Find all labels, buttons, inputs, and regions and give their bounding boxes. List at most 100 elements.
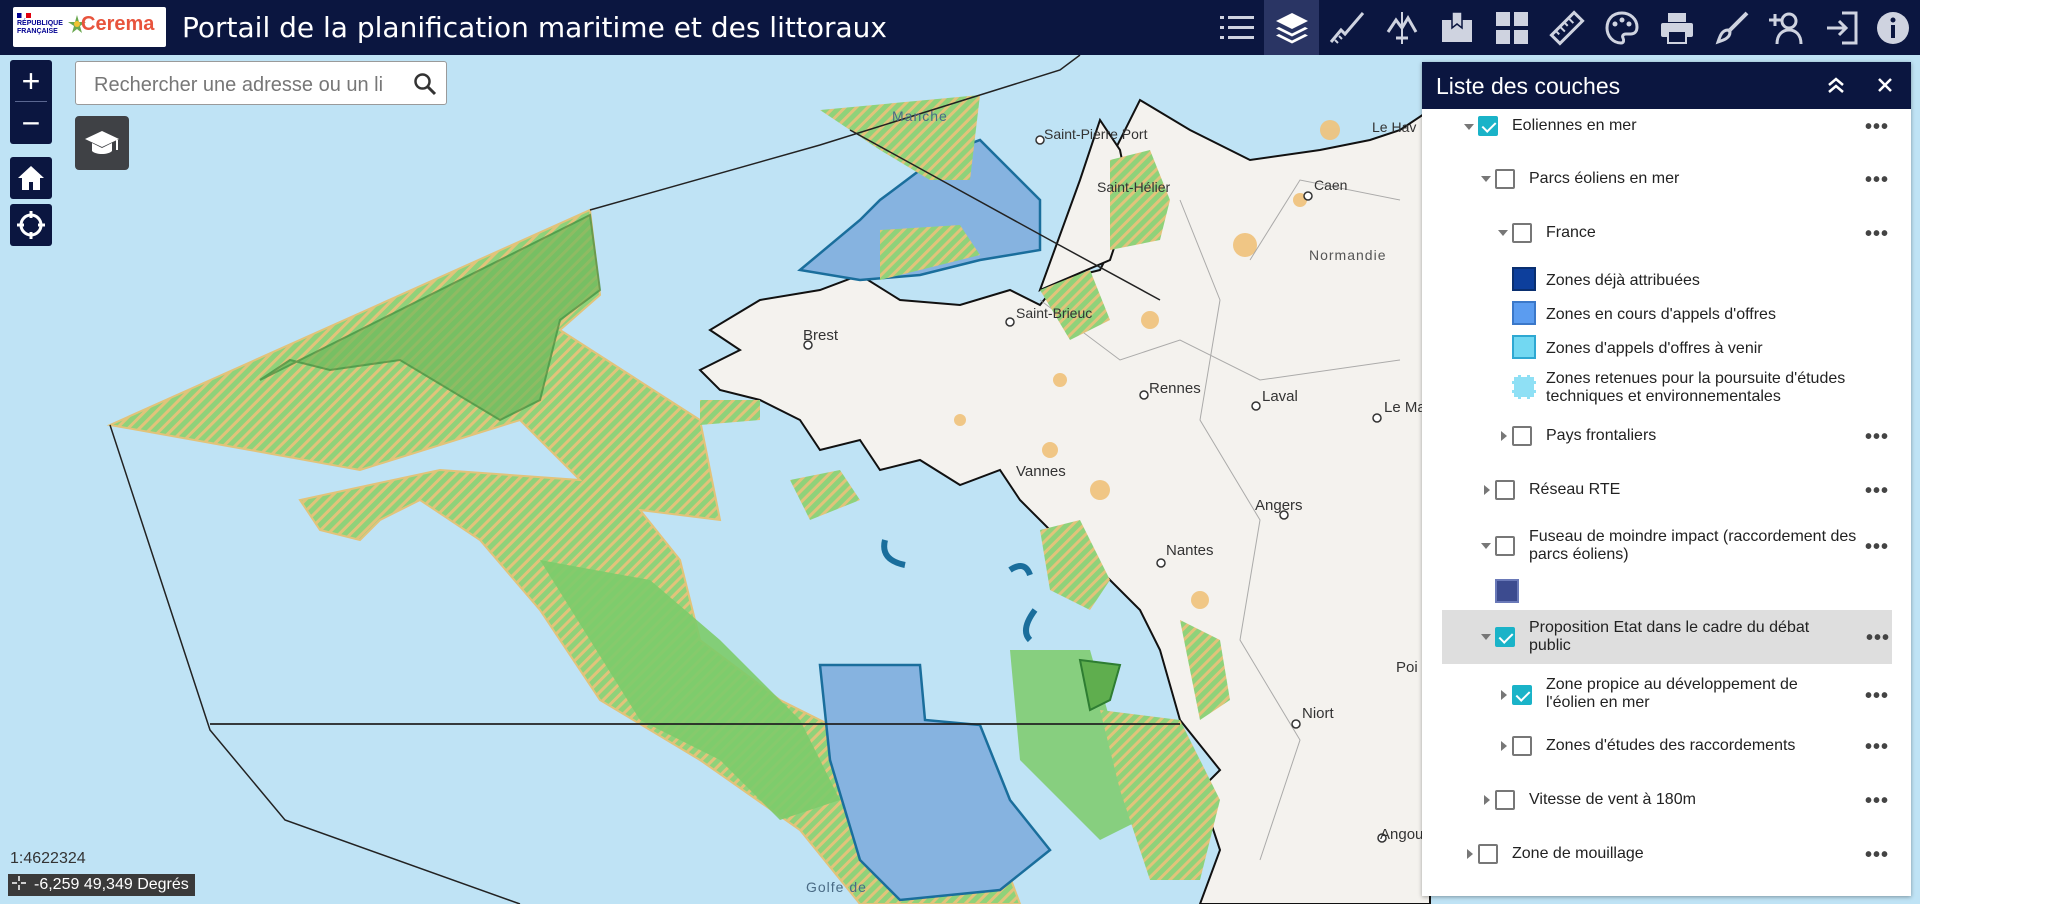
home-button[interactable] — [10, 157, 52, 199]
more-options-icon[interactable]: ••• — [1865, 427, 1889, 447]
label-normandie: Normandie — [1309, 247, 1387, 263]
layer-row-eoliennes[interactable]: Eoliennes en mer ••• — [1422, 111, 1911, 141]
caret-down-icon[interactable] — [1481, 543, 1491, 549]
home-icon — [18, 166, 44, 190]
coordinates-text: -6,259 49,349 Degrés — [34, 876, 189, 893]
layer-checkbox[interactable] — [1512, 223, 1532, 243]
panel-title: Liste des couches — [1436, 73, 1621, 99]
layer-row-pays-frontaliers[interactable]: Pays frontaliers ••• — [1422, 418, 1911, 454]
layer-row-zones-etudes[interactable]: Zones d'études des raccordements ••• — [1422, 728, 1911, 764]
label-angouleme: Angoul — [1380, 826, 1427, 843]
layer-label: Zone propice au développement de l'éolie… — [1546, 676, 1798, 711]
layer-checkbox[interactable] — [1512, 736, 1532, 756]
layer-checkbox[interactable] — [1495, 169, 1515, 189]
legend-item: Zones retenues pour la poursuite d'étude… — [1422, 367, 1911, 407]
add-user-icon[interactable] — [1759, 0, 1814, 55]
layer-checkbox[interactable] — [1495, 627, 1515, 647]
layer-row-zone-mouillage[interactable]: Zone de mouillage ••• — [1422, 836, 1911, 872]
locate-button[interactable] — [10, 204, 52, 246]
more-options-icon[interactable]: ••• — [1865, 170, 1889, 190]
zoom-in-button[interactable]: + — [10, 60, 52, 102]
layer-checkbox[interactable] — [1478, 116, 1498, 136]
apps-grid-icon[interactable] — [1484, 0, 1539, 55]
legend-label: Zones retenues pour la poursuite d'étude… — [1546, 370, 1846, 405]
basemap-button[interactable] — [75, 116, 129, 170]
label-saint-brieuc: Saint-Brieuc — [1016, 305, 1093, 321]
more-options-icon[interactable]: ••• — [1865, 791, 1889, 811]
more-options-icon[interactable]: ••• — [1865, 117, 1889, 137]
layer-label: Réseau RTE — [1529, 481, 1621, 498]
label-caen: Caen — [1314, 177, 1348, 193]
label-le-mans: Le Ma — [1384, 399, 1426, 416]
layer-row-fuseau[interactable]: Fuseau de moindre impact (raccordement d… — [1422, 524, 1911, 568]
layer-checkbox[interactable] — [1495, 480, 1515, 500]
layer-label: Eoliennes en mer — [1512, 117, 1637, 134]
caret-right-icon[interactable] — [1467, 849, 1473, 859]
label-saint-pierre-port: Saint-Pierre Port — [1044, 126, 1148, 142]
caret-down-icon[interactable] — [1481, 634, 1491, 640]
ruler-icon[interactable] — [1539, 0, 1594, 55]
layer-row-parcs[interactable]: Parcs éoliens en mer ••• — [1422, 161, 1911, 197]
search-icon[interactable] — [413, 72, 437, 101]
more-options-icon[interactable]: ••• — [1865, 845, 1889, 865]
more-options-icon[interactable]: ••• — [1865, 481, 1889, 501]
layer-checkbox[interactable] — [1495, 536, 1515, 556]
layer-row-zone-propice[interactable]: Zone propice au développement de l'éolie… — [1422, 672, 1911, 718]
caret-right-icon[interactable] — [1501, 690, 1507, 700]
caret-right-icon[interactable] — [1484, 795, 1490, 805]
caret-right-icon[interactable] — [1501, 741, 1507, 751]
legend-item: Zones d'appels d'offres à venir — [1422, 332, 1911, 362]
layer-checkbox[interactable] — [1512, 685, 1532, 705]
crosshair-icon[interactable] — [12, 875, 26, 895]
more-options-icon[interactable]: ••• — [1866, 628, 1890, 648]
layer-row-reseau-rte[interactable]: Réseau RTE ••• — [1422, 472, 1911, 508]
layer-label: Pays frontaliers — [1546, 427, 1657, 444]
more-options-icon[interactable]: ••• — [1865, 686, 1889, 706]
label-manche: Manche — [892, 108, 948, 124]
layer-list-panel: Liste des couches Eoliennes en mer ••• P… — [1422, 62, 1911, 896]
layer-checkbox[interactable] — [1478, 844, 1498, 864]
map-bookmark-icon[interactable] — [1429, 0, 1484, 55]
layer-checkbox[interactable] — [1512, 426, 1532, 446]
measure-profile-icon[interactable] — [1319, 0, 1374, 55]
label-nantes: Nantes — [1166, 542, 1214, 559]
legend-label: Zones en cours d'appels d'offres — [1546, 306, 1776, 323]
edit-brush-icon[interactable] — [1704, 0, 1759, 55]
label-vannes: Vannes — [1016, 463, 1066, 480]
locate-icon — [17, 211, 45, 239]
more-options-icon[interactable]: ••• — [1865, 737, 1889, 757]
more-options-icon[interactable]: ••• — [1865, 224, 1889, 244]
info-icon[interactable] — [1865, 0, 1920, 55]
search-input[interactable] — [92, 72, 386, 98]
legend-swatch — [1495, 579, 1519, 603]
legend-swatch — [1512, 335, 1536, 359]
elevation-icon[interactable] — [1374, 0, 1429, 55]
caret-down-icon[interactable] — [1498, 230, 1508, 236]
login-icon[interactable] — [1814, 0, 1869, 55]
layer-checkbox[interactable] — [1495, 790, 1515, 810]
caret-right-icon[interactable] — [1501, 431, 1507, 441]
close-icon[interactable] — [1877, 77, 1893, 98]
draw-palette-icon[interactable] — [1594, 0, 1649, 55]
more-options-icon[interactable]: ••• — [1865, 537, 1889, 557]
layer-row-proposition-etat[interactable]: Proposition Etat dans le cadre du débat … — [1442, 610, 1892, 664]
label-poitiers: Poi — [1396, 659, 1418, 676]
caret-right-icon[interactable] — [1484, 485, 1490, 495]
logo[interactable]: RÉPUBLIQUE FRANÇAISE Cerema — [13, 7, 166, 47]
label-saint-helier: Saint-Hélier — [1097, 179, 1171, 195]
caret-down-icon[interactable] — [1464, 124, 1474, 130]
list-icon[interactable] — [1209, 0, 1264, 55]
label-le-havre: Le Hav — [1372, 119, 1417, 135]
layer-row-vitesse-vent[interactable]: Vitesse de vent à 180m ••• — [1422, 782, 1911, 818]
collapse-icon[interactable] — [1826, 76, 1846, 99]
zoom-control: + − — [10, 60, 52, 144]
page-margin — [1920, 0, 2056, 904]
label-angers: Angers — [1255, 497, 1303, 514]
layers-icon[interactable] — [1264, 0, 1319, 55]
zoom-out-button[interactable]: − — [10, 102, 52, 144]
legend-item: Zones déjà attribuées — [1422, 264, 1911, 294]
caret-down-icon[interactable] — [1481, 176, 1491, 182]
print-icon[interactable] — [1649, 0, 1704, 55]
label-brest: Brest — [803, 327, 839, 344]
layer-row-france[interactable]: France ••• — [1422, 215, 1911, 251]
